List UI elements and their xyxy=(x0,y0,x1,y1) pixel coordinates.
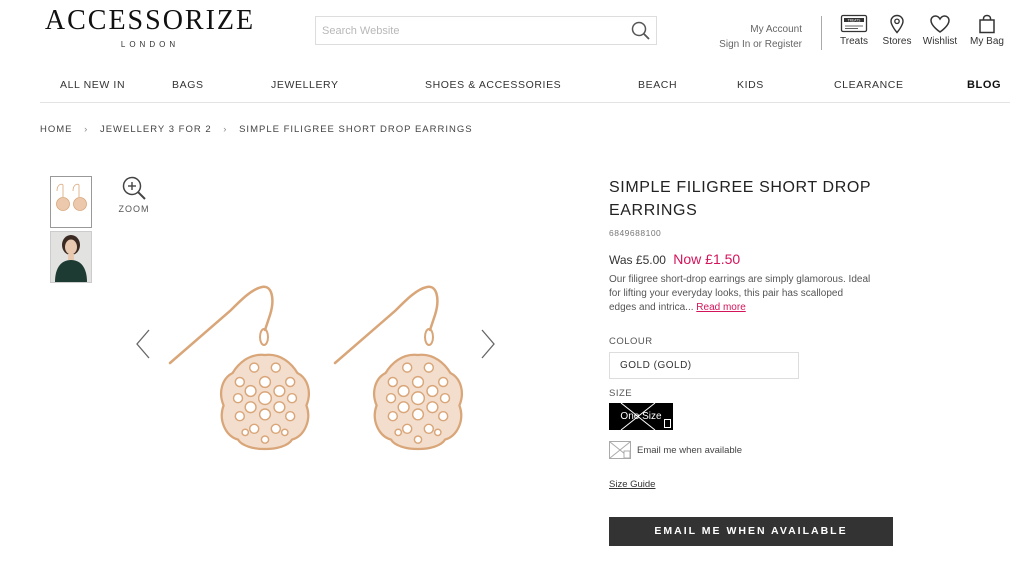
nav-kids[interactable]: KIDS xyxy=(737,79,764,91)
thumbnail-model[interactable] xyxy=(50,231,92,283)
breadcrumb-home[interactable]: HOME xyxy=(40,124,73,135)
product-sku: 6849688100 xyxy=(609,228,662,238)
now-price: Now £1.50 xyxy=(673,251,741,267)
wishlist-button[interactable]: Wishlist xyxy=(920,14,960,47)
zoom-button[interactable]: ZOOM xyxy=(118,175,150,214)
main-nav: ALL NEW IN BAGS JEWELLERY SHOES & ACCESS… xyxy=(40,69,1010,103)
read-more-link[interactable]: Read more xyxy=(696,302,745,313)
email-notify-checkbox[interactable] xyxy=(609,441,631,459)
header-divider xyxy=(821,16,822,50)
zoom-in-icon xyxy=(122,176,146,200)
stores-button[interactable]: Stores xyxy=(880,14,914,47)
product-price: Was £5.00 Now £1.50 xyxy=(609,251,899,267)
site-logo[interactable]: ACCESSORIZE LONDON xyxy=(40,5,260,50)
search-input[interactable] xyxy=(316,17,616,44)
treats-button[interactable]: TREATS Treats xyxy=(838,14,870,47)
product-details: SIMPLE FILIGREE SHORT DROP EARRINGS 6849… xyxy=(609,176,899,546)
thumbnail-earrings[interactable] xyxy=(50,176,92,228)
size-option-label: One Size xyxy=(620,411,662,422)
brand-subtitle: LONDON xyxy=(120,40,180,49)
my-account-link[interactable]: My Account xyxy=(700,22,802,37)
treats-label: Treats xyxy=(840,36,868,47)
brand-name: ACCESSORIZE xyxy=(44,5,256,36)
size-label: SIZE xyxy=(609,388,633,399)
treats-card-icon: TREATS xyxy=(840,14,868,33)
search-icon[interactable] xyxy=(630,20,652,42)
chevron-right-icon: › xyxy=(223,124,228,135)
size-guide-link[interactable]: Size Guide xyxy=(609,479,655,490)
nav-jewellery[interactable]: JEWELLERY xyxy=(271,79,339,91)
wishlist-label: Wishlist xyxy=(922,36,958,47)
colour-select[interactable]: GOLD (GOLD) xyxy=(609,352,799,379)
email-notify-label: Email me when available xyxy=(637,445,743,456)
stores-label: Stores xyxy=(882,36,912,47)
product-title: SIMPLE FILIGREE SHORT DROP EARRINGS xyxy=(609,179,872,219)
zoom-label: ZOOM xyxy=(118,204,150,214)
size-marker-icon xyxy=(664,419,671,428)
size-option-one-size[interactable]: One Size xyxy=(609,403,673,430)
heart-icon xyxy=(930,15,950,33)
chevron-right-icon xyxy=(481,329,495,359)
product-main-image xyxy=(160,275,470,465)
sign-in-register-link[interactable]: Sign In or Register xyxy=(700,37,802,52)
nav-blog[interactable]: BLOG xyxy=(967,79,1001,91)
carousel-next-button[interactable] xyxy=(478,327,498,361)
breadcrumb-current: SIMPLE FILIGREE SHORT DROP EARRINGS xyxy=(239,124,473,135)
colour-label: COLOUR xyxy=(609,336,653,347)
chevron-left-icon xyxy=(136,329,150,359)
bag-label: My Bag xyxy=(970,36,1004,47)
account-links[interactable]: My Account Sign In or Register xyxy=(700,16,822,52)
search-bar xyxy=(315,16,657,45)
carousel-prev-button[interactable] xyxy=(133,327,153,361)
nav-all-new-in[interactable]: ALL NEW IN xyxy=(60,79,125,91)
breadcrumb-category[interactable]: JEWELLERY 3 FOR 2 xyxy=(100,124,212,135)
nav-beach[interactable]: BEACH xyxy=(638,79,677,91)
nav-bags[interactable]: BAGS xyxy=(172,79,204,91)
treats-card-text: TREATS xyxy=(847,18,861,22)
breadcrumb: HOME › JEWELLERY 3 FOR 2 › SIMPLE FILIGR… xyxy=(40,124,473,135)
location-pin-icon xyxy=(890,14,904,34)
bag-button[interactable]: My Bag xyxy=(968,14,1006,47)
chevron-right-icon: › xyxy=(84,124,89,135)
email-me-when-available-button[interactable]: EMAIL ME WHEN AVAILABLE xyxy=(609,517,893,546)
product-description: Our filigree short-drop earrings are sim… xyxy=(609,274,871,313)
nav-clearance[interactable]: CLEARANCE xyxy=(834,79,904,91)
shopping-bag-icon xyxy=(979,14,995,34)
was-price: Was £5.00 xyxy=(609,253,666,267)
nav-shoes-accessories[interactable]: SHOES & ACCESSORIES xyxy=(425,79,561,91)
